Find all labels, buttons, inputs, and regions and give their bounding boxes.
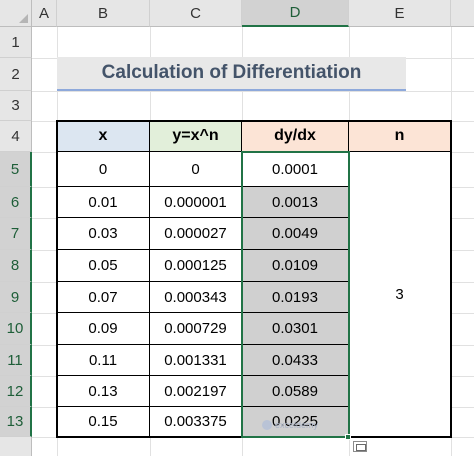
row-header-10[interactable]: 10 [0, 313, 32, 345]
row-header-6[interactable]: 6 [0, 187, 32, 218]
header-y[interactable]: y=x^n [150, 121, 242, 152]
watermark-text: exceldemy [275, 420, 319, 430]
cell-y[interactable]: 0.001331 [150, 345, 242, 376]
column-header-f[interactable] [451, 0, 474, 27]
row-header-14[interactable] [0, 437, 32, 456]
cell-n-merged[interactable]: 3 [349, 152, 451, 437]
cell-y[interactable]: 0.000125 [150, 250, 242, 282]
row-header-13[interactable]: 13 [0, 407, 32, 437]
cell-x[interactable]: 0.09 [57, 313, 150, 345]
column-header-b[interactable]: B [57, 0, 150, 27]
cell-x[interactable]: 0.01 [57, 187, 150, 218]
cell-dydx[interactable]: 0.0013 [242, 187, 349, 218]
row-header-1[interactable]: 1 [0, 27, 32, 58]
cell-dydx[interactable]: 0.0109 [242, 250, 349, 282]
cell-dydx[interactable]: 0.0433 [242, 345, 349, 376]
column-header-d[interactable]: D [242, 0, 349, 27]
row-header-7[interactable]: 7 [0, 218, 32, 250]
cell-y[interactable]: 0 [150, 152, 242, 187]
cell-x[interactable]: 0.07 [57, 282, 150, 313]
quick-analysis-icon[interactable] [353, 441, 367, 452]
row-header-12[interactable]: 12 [0, 376, 32, 407]
cell-x[interactable]: 0.13 [57, 376, 150, 407]
watermark: exceldemy [262, 418, 342, 432]
row-header-11[interactable]: 11 [0, 345, 32, 376]
cell-x[interactable]: 0.05 [57, 250, 150, 282]
row-header-5[interactable]: 5 [0, 152, 32, 187]
row-header-8[interactable]: 8 [0, 250, 32, 282]
row-header-9[interactable]: 9 [0, 282, 32, 313]
header-x[interactable]: x [57, 121, 150, 152]
header-dydx[interactable]: dy/dx [242, 121, 349, 152]
column-header-e[interactable]: E [349, 0, 451, 27]
cell-y[interactable]: 0.003375 [150, 407, 242, 437]
cell-y[interactable]: 0.000343 [150, 282, 242, 313]
fill-handle[interactable] [345, 434, 351, 440]
cell-y[interactable]: 0.000027 [150, 218, 242, 250]
sheet-title[interactable]: Calculation of Differentiation [57, 57, 406, 91]
cell-x[interactable]: 0.11 [57, 345, 150, 376]
cell-dydx[interactable]: 0.0049 [242, 218, 349, 250]
row-header-3[interactable]: 3 [0, 91, 32, 121]
cell-dydx[interactable]: 0.0193 [242, 282, 349, 313]
watermark-logo-icon [262, 420, 272, 430]
header-n[interactable]: n [349, 121, 451, 152]
cell-x[interactable]: 0.15 [57, 407, 150, 437]
cell-dydx[interactable]: 0.0001 [242, 152, 349, 187]
row-header-2[interactable]: 2 [0, 58, 32, 91]
row-header-4[interactable]: 4 [0, 121, 32, 152]
cell-y[interactable]: 0.000001 [150, 187, 242, 218]
cell-x[interactable]: 0 [57, 152, 150, 187]
cell-x[interactable]: 0.03 [57, 218, 150, 250]
cell-y[interactable]: 0.002197 [150, 376, 242, 407]
cell-y[interactable]: 0.000729 [150, 313, 242, 345]
select-all-corner[interactable] [0, 0, 32, 27]
column-header-c[interactable]: C [150, 0, 242, 27]
column-header-a[interactable]: A [32, 0, 57, 27]
cell-dydx[interactable]: 0.0589 [242, 376, 349, 407]
cell-dydx[interactable]: 0.0301 [242, 313, 349, 345]
